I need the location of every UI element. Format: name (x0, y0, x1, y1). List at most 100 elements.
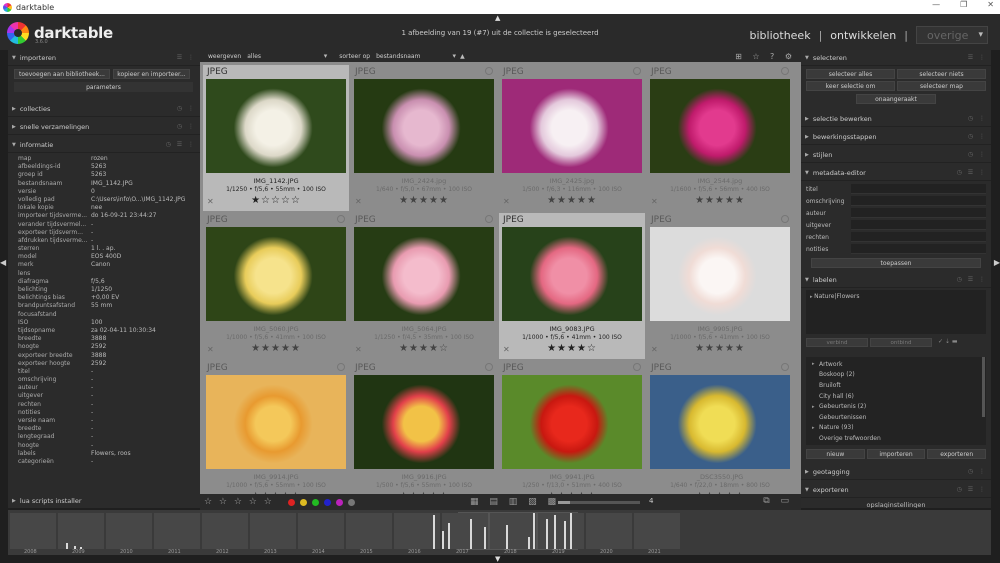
photo-preview[interactable] (206, 227, 346, 321)
tree-scrollbar[interactable] (982, 357, 985, 417)
import-section-header[interactable]: ▼ importeren ☰ ⋮ (8, 50, 200, 66)
photo-preview[interactable] (354, 79, 494, 173)
tag-tree-item[interactable]: ▸ Gebeurtenis (2) (812, 401, 986, 412)
quick-collections-header[interactable]: ▶ snelle verzamelingen ◷ ⋮ (8, 119, 200, 135)
thumbnail[interactable]: JPEG IMG_2544.jpg 1/1600 • f/5,6 • 56mm • … (647, 65, 793, 211)
star-rating[interactable]: ★★★★★ (499, 195, 645, 206)
zoom-slider[interactable] (558, 501, 640, 504)
group-icon[interactable] (485, 215, 493, 223)
timeline-year-block[interactable] (538, 513, 584, 549)
rating-stars[interactable]: ☆ ☆ ☆ ☆ ☆ (204, 497, 274, 507)
lua-scripts-header[interactable]: ▶ lua scripts installer (8, 494, 200, 508)
metadata-editor-header[interactable]: ▼ metadata-editor ◷ ☰ ⋮ (801, 165, 991, 181)
thumbnail[interactable]: JPEG IMG_9941.JPG 1/250 • f/13,0 • 51mm • … (499, 361, 645, 507)
thumbnail[interactable]: JPEG IMG_9916.JPG 1/500 • f/5,6 • 55mm • 1… (351, 361, 497, 507)
red-label-icon[interactable] (287, 498, 295, 506)
star-rating[interactable]: ★★★★☆ (499, 343, 645, 354)
photo-preview[interactable] (502, 375, 642, 469)
timeline-year-block[interactable] (154, 513, 200, 549)
group-icon[interactable] (485, 363, 493, 371)
invert-selection-button[interactable]: keer selectie om (806, 81, 895, 91)
tag-tree-item[interactable]: Gebeurtenissen (812, 412, 986, 423)
module-icons[interactable]: ◷ ☰ ⋮ (166, 141, 196, 148)
thumbnail[interactable]: JPEG IMG_2424.jpg 1/640 • f/5,0 • 67mm • 1… (351, 65, 497, 211)
import-tags-button[interactable]: importeren (866, 449, 926, 459)
metadata-input[interactable] (851, 232, 986, 242)
module-icons[interactable]: ◷ ⋮ (177, 105, 196, 112)
module-icons[interactable]: ◷ ⋮ (968, 151, 987, 158)
yellow-label-icon[interactable] (299, 498, 307, 506)
select-section-header[interactable]: ▼ selecteren ☰ ⋮ (801, 50, 991, 66)
styles-header[interactable]: ▶ stijlen ◷ ⋮ (801, 147, 991, 163)
select-untouched-button[interactable]: onaangeraakt (856, 94, 936, 104)
apply-metadata-button[interactable]: toepassen (811, 258, 981, 268)
photo-preview[interactable] (650, 227, 790, 321)
group-icon[interactable] (337, 363, 345, 371)
clear-label-icon[interactable] (347, 498, 355, 506)
select-film-roll-button[interactable]: selecteer map (897, 81, 986, 91)
add-to-library-button[interactable]: toevoegen aan bibliotheek... (14, 69, 110, 79)
timeline-year-block[interactable] (106, 513, 152, 549)
tag-tree-item[interactable]: ▸ Nature (93) (812, 423, 986, 434)
attached-tags-box[interactable]: ▸ Nature|Flowers (806, 290, 986, 334)
group-icon[interactable] (633, 363, 641, 371)
photo-preview[interactable] (650, 375, 790, 469)
sort-dropdown[interactable]: bestandsnaam (376, 52, 456, 60)
group-icon[interactable] (781, 67, 789, 75)
expand-arrow-icon[interactable]: ▸ (812, 404, 819, 410)
detach-tag-button[interactable]: ontbind (870, 338, 932, 347)
select-all-button[interactable]: selecteer alles (806, 69, 895, 79)
photo-preview[interactable] (502, 79, 642, 173)
star-rating[interactable]: ★★★★☆ (351, 343, 497, 354)
metadata-input[interactable] (851, 220, 986, 230)
metadata-input[interactable] (851, 244, 986, 254)
module-icons[interactable]: ◷ ☰ ⋮ (957, 169, 987, 176)
module-icons[interactable]: ◷ ☰ ⋮ (957, 486, 987, 493)
layout-mode-icons[interactable]: ▦ ▤ ▥ ▧ ▩ (470, 497, 560, 507)
parameters-expander[interactable]: parameters (14, 82, 193, 92)
metadata-input[interactable] (851, 208, 986, 218)
sort-direction-icon[interactable]: ▲ (460, 53, 465, 60)
photo-preview[interactable] (650, 79, 790, 173)
zoom-count[interactable]: 4 (649, 497, 653, 505)
photo-preview[interactable] (502, 227, 642, 321)
group-icon[interactable] (337, 215, 345, 223)
module-icons[interactable]: ◷ ⋮ (968, 468, 987, 475)
metadata-input[interactable] (851, 196, 986, 206)
star-rating[interactable]: ★★★★★ (351, 195, 497, 206)
group-icon[interactable] (485, 67, 493, 75)
timeline-year-block[interactable] (58, 513, 104, 549)
metadata-input[interactable] (851, 184, 986, 194)
tagging-header[interactable]: ▼ labelen ◷ ☰ ⋮ (801, 272, 991, 288)
tag-tree-item[interactable]: Overige trefwoorden (812, 433, 986, 444)
select-none-button[interactable]: selecteer niets (897, 69, 986, 79)
module-icons[interactable]: ◷ ⋮ (177, 123, 196, 130)
tag-tree-item[interactable]: City hall (6) (812, 391, 986, 402)
timeline-strip[interactable]: 2008 2009 2010 2011 2012 2013 2014 2015 2016 2017… (8, 510, 991, 555)
export-header[interactable]: ▼ exporteren ◷ ☰ ⋮ (801, 482, 991, 498)
history-stack-header[interactable]: ▶ bewerkingsstappen ◷ ⋮ (801, 129, 991, 145)
display-icons[interactable]: ⧉ ▭ (763, 496, 793, 506)
thumbnail[interactable]: JPEG IMG_9905.JPG 1/1000 • f/5,6 • 41mm • … (647, 213, 793, 359)
thumbnail[interactable]: JPEG IMG_9914.JPG 1/1000 • f/5,6 • 55mm • … (203, 361, 349, 507)
attached-tag[interactable]: Nature|Flowers (814, 293, 859, 300)
green-label-icon[interactable] (311, 498, 319, 506)
timeline-year-block[interactable] (298, 513, 344, 549)
collapse-top-arrow-icon[interactable]: ▲ (495, 14, 500, 22)
view-library[interactable]: bibliotheek (750, 29, 811, 42)
collapse-right-arrow-icon[interactable]: ▶ (994, 258, 1000, 267)
blue-label-icon[interactable] (323, 498, 331, 506)
timeline-year-block[interactable] (250, 513, 296, 549)
module-icons[interactable]: ☰ ⋮ (968, 54, 987, 61)
new-tag-button[interactable]: nieuw (806, 449, 865, 459)
thumbnail[interactable]: JPEG IMG_9083.JPG 1/1000 • f/5,6 • 41mm • … (499, 213, 645, 359)
tag-tree-item[interactable]: ▸ Artwork (812, 359, 986, 370)
maximize-icon[interactable]: ❐ (960, 0, 967, 9)
toggle-icons[interactable]: ✓ ⇣ ▬ (938, 338, 958, 347)
storage-options-label[interactable]: opslaginstellingen (801, 501, 991, 508)
toolbar-icons[interactable]: ⊞ ☆ ? ⚙ (735, 52, 796, 61)
view-filter-dropdown[interactable]: alles (247, 52, 327, 60)
module-icons[interactable]: ◷ ☰ ⋮ (957, 276, 987, 283)
copy-import-button[interactable]: kopieer en importeer... (113, 69, 190, 79)
close-icon[interactable]: ✕ (987, 0, 994, 9)
